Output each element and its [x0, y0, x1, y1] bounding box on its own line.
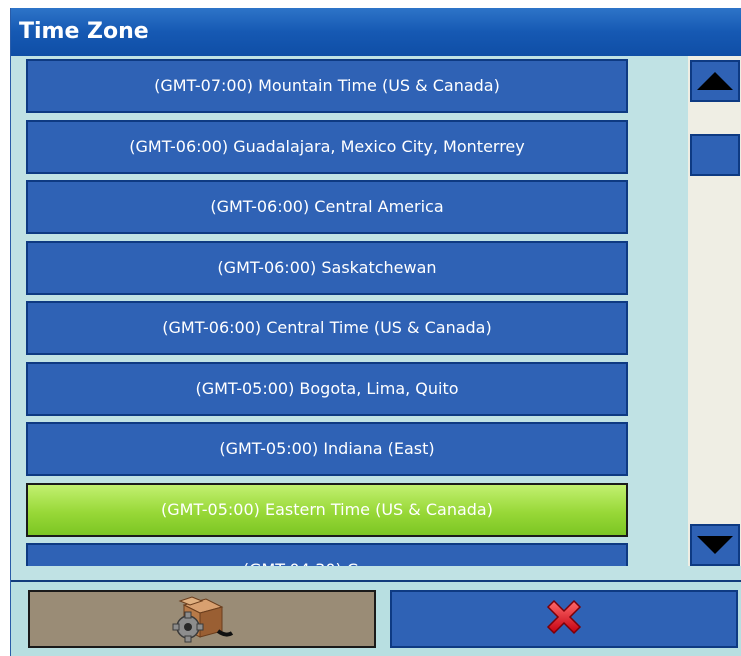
- triangle-down-icon: [697, 536, 733, 554]
- timezone-item[interactable]: (GMT-07:00) Mountain Time (US & Canada): [26, 59, 628, 113]
- scroll-up-button[interactable]: [690, 60, 740, 102]
- timezone-item[interactable]: (GMT-05:00) Indiana (East): [26, 422, 628, 476]
- triangle-up-icon: [697, 72, 733, 90]
- window-title: Time Zone: [11, 8, 741, 56]
- timezone-item[interactable]: (GMT-06:00) Central America: [26, 180, 628, 234]
- scroll-down-button[interactable]: [690, 524, 740, 566]
- timezone-item[interactable]: (GMT-06:00) Central Time (US & Canada): [26, 301, 628, 355]
- timezone-item[interactable]: (GMT-06:00) Guadalajara, Mexico City, Mo…: [26, 120, 628, 174]
- timezone-item[interactable]: (GMT-06:00) Saskatchewan: [26, 241, 628, 295]
- setup-button[interactable]: [28, 590, 376, 648]
- footer-bar: [11, 580, 741, 656]
- scroll-thumb[interactable]: [690, 134, 740, 176]
- timezone-item[interactable]: (GMT-04:30) Caracas: [26, 543, 628, 566]
- timezone-item-selected[interactable]: (GMT-05:00) Eastern Time (US & Canada): [26, 483, 628, 537]
- scrollbar[interactable]: [688, 56, 741, 566]
- timezone-item[interactable]: (GMT-05:00) Bogota, Lima, Quito: [26, 362, 628, 416]
- timezone-list[interactable]: (GMT-07:00) Mountain Time (US & Canada) …: [11, 56, 688, 566]
- time-zone-dialog: Time Zone (GMT-07:00) Mountain Time (US …: [10, 8, 741, 656]
- setup-box-gear-icon: [170, 591, 234, 647]
- cancel-button[interactable]: [390, 590, 738, 648]
- red-x-icon: [542, 595, 586, 643]
